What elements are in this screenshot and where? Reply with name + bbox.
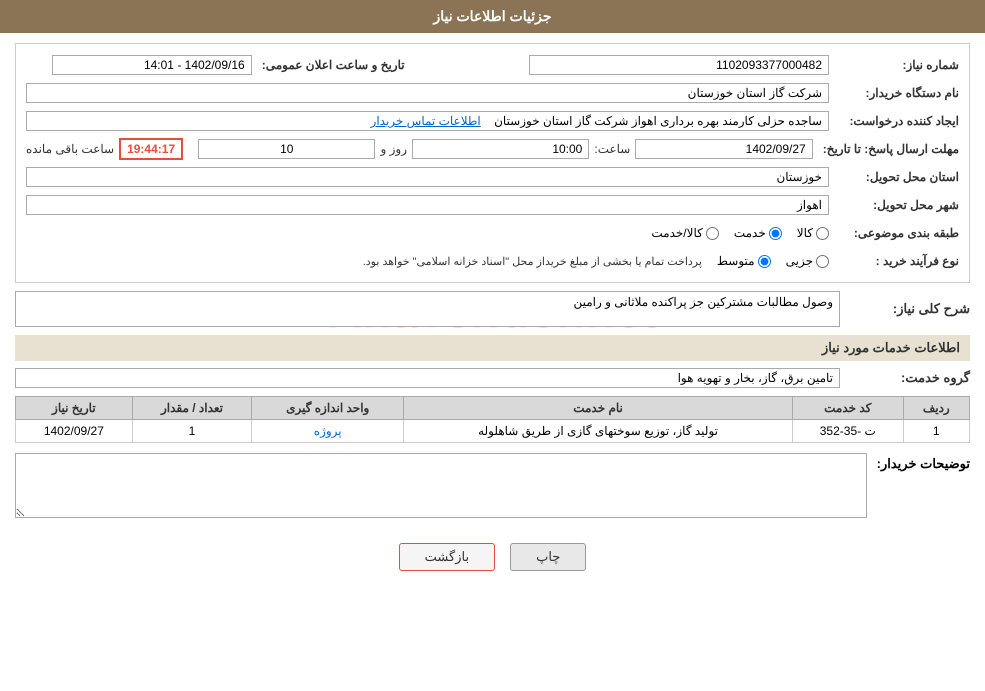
service-group-label: گروه خدمت: (840, 370, 970, 386)
print-button[interactable]: چاپ (510, 543, 586, 571)
service-group-row: گروه خدمت: تامین برق، گاز، بخار و تهویه … (15, 366, 970, 390)
buyer-desc-textarea[interactable] (15, 453, 867, 518)
back-button[interactable]: بازگشت (399, 543, 495, 571)
cell-unit: پروژه (252, 420, 404, 443)
announce-date-label: تاریخ و ساعت اعلان عمومی: (252, 58, 405, 72)
col-date: تاریخ نیاز (16, 397, 133, 420)
services-section-header: اطلاعات خدمات مورد نیاز (15, 335, 970, 361)
table-row: 1 ت -35-352 تولید گاز، توزیع سوختهای گاز… (16, 420, 970, 443)
category-khedmat-label: خدمت (734, 226, 766, 240)
purchase-type-motavasset-label: متوسط (717, 254, 755, 268)
remaining-timer: 19:44:17 (119, 138, 183, 160)
action-buttons: چاپ بازگشت (15, 528, 970, 581)
deadline-date-value: 1402/09/27 (635, 139, 812, 159)
col-quantity: تعداد / مقدار (132, 397, 252, 420)
purchase-type-jozi-label: جزیی (786, 254, 813, 268)
category-kala-label: کالا (797, 226, 813, 240)
tender-number-label: شماره نیاز: (829, 58, 959, 72)
delivery-province-row: استان محل تحویل: خوزستان (26, 165, 959, 189)
delivery-province-label: استان محل تحویل: (829, 170, 959, 184)
basic-info-section: شماره نیاز: 1102093377000482 تاریخ و ساع… (15, 43, 970, 283)
remaining-time-group: 19:44:17 ساعت باقی مانده (26, 138, 183, 160)
creator-contact-link[interactable]: اطلاعات تماس خریدار (371, 114, 481, 128)
purchase-type-motavasset-input[interactable] (758, 255, 771, 268)
category-label: طبقه بندی موضوعی: (829, 226, 959, 240)
cell-quantity: 1 (132, 420, 252, 443)
delivery-city-label: شهر محل تحویل: (829, 198, 959, 212)
cell-service-name: تولید گاز، توزیع سوختهای گازی از طریق شا… (404, 420, 793, 443)
col-service-code: کد خدمت (793, 397, 904, 420)
delivery-city-value: اهواز (26, 195, 829, 215)
creator-name: ساجده حزلی کارمند بهره برداری اهواز شرکت… (494, 114, 822, 128)
category-radio-kala-khedmat-input[interactable] (706, 227, 719, 240)
cell-date: 1402/09/27 (16, 420, 133, 443)
purchase-type-note: پرداخت تمام یا بخشی از مبلغ خریداز محل "… (363, 255, 702, 268)
general-desc-row: شرح کلی نیاز: وصول مطالبات مشترکین جز پر… (15, 291, 970, 327)
purchase-type-jozi[interactable]: جزیی (786, 254, 829, 268)
remaining-label: ساعت باقی مانده (26, 142, 114, 156)
page-title: جزئیات اطلاعات نیاز (433, 8, 551, 24)
deadline-day-label: روز و (380, 142, 407, 156)
col-service-name: نام خدمت (404, 397, 793, 420)
category-radio-khedmat[interactable]: خدمت (734, 226, 782, 240)
category-radio-khedmat-input[interactable] (769, 227, 782, 240)
general-desc-value: وصول مطالبات مشترکین جز پراکنده ملاثانی … (15, 291, 840, 327)
deadline-row: مهلت ارسال پاسخ: تا تاریخ: 1402/09/27 سا… (26, 137, 959, 161)
service-group-value: تامین برق، گاز، بخار و تهویه هوا (15, 368, 840, 388)
creator-row: ایجاد کننده درخواست: ساجده حزلی کارمند ب… (26, 109, 959, 133)
category-radio-kala-khedmat[interactable]: کالا/خدمت (651, 226, 718, 240)
col-row-num: ردیف (903, 397, 969, 420)
purchase-type-row: نوع فرآیند خرید : جزیی متوسط پرداخت تمام… (26, 249, 959, 273)
announce-date-value: 1402/09/16 - 14:01 (52, 55, 252, 75)
col-unit: واحد اندازه گیری (252, 397, 404, 420)
category-kala-khedmat-label: کالا/خدمت (651, 226, 702, 240)
creator-value: ساجده حزلی کارمند بهره برداری اهواز شرکت… (26, 111, 829, 131)
tender-number-value: 1102093377000482 (529, 55, 829, 75)
buyer-org-label: نام دستگاه خریدار: (829, 86, 959, 100)
purchase-type-group: جزیی متوسط پرداخت تمام یا بخشی از مبلغ خ… (26, 254, 829, 268)
services-table: ردیف کد خدمت نام خدمت واحد اندازه گیری ت… (15, 396, 970, 443)
creator-label: ایجاد کننده درخواست: (829, 114, 959, 128)
buyer-org-row: نام دستگاه خریدار: شرکت گاز استان خوزستا… (26, 81, 959, 105)
deadline-fields: 1402/09/27 ساعت: 10:00 روز و 10 19:44:17… (26, 138, 813, 160)
purchase-type-label: نوع فرآیند خرید : (829, 254, 959, 268)
category-radio-kala-input[interactable] (816, 227, 829, 240)
category-radio-kala[interactable]: کالا (797, 226, 829, 240)
cell-row-num: 1 (903, 420, 969, 443)
category-radio-group: کالا خدمت کالا/خدمت (26, 226, 829, 240)
buyer-desc-label: توضیحات خریدار: (867, 453, 970, 518)
cell-service-code: ت -35-352 (793, 420, 904, 443)
purchase-type-motavasset[interactable]: متوسط (717, 254, 771, 268)
general-desc-label: شرح کلی نیاز: (840, 301, 970, 317)
buyer-org-value: شرکت گاز استان خوزستان (26, 83, 829, 103)
services-section-title: اطلاعات خدمات مورد نیاز (822, 340, 960, 355)
deadline-label: مهلت ارسال پاسخ: تا تاریخ: (813, 142, 959, 156)
category-row: طبقه بندی موضوعی: کالا خدمت (26, 221, 959, 245)
deadline-days-value: 10 (198, 139, 375, 159)
deadline-time-label: ساعت: (594, 142, 630, 156)
delivery-city-row: شهر محل تحویل: اهواز (26, 193, 959, 217)
deadline-time-value: 10:00 (412, 139, 589, 159)
delivery-province-value: خوزستان (26, 167, 829, 187)
page-header: جزئیات اطلاعات نیاز (0, 0, 985, 33)
general-desc-text: وصول مطالبات مشترکین جز پراکنده ملاثانی … (573, 295, 833, 309)
tender-number-row: شماره نیاز: 1102093377000482 تاریخ و ساع… (26, 53, 959, 77)
purchase-type-jozi-input[interactable] (816, 255, 829, 268)
buyer-desc-row: توضیحات خریدار: (15, 453, 970, 518)
